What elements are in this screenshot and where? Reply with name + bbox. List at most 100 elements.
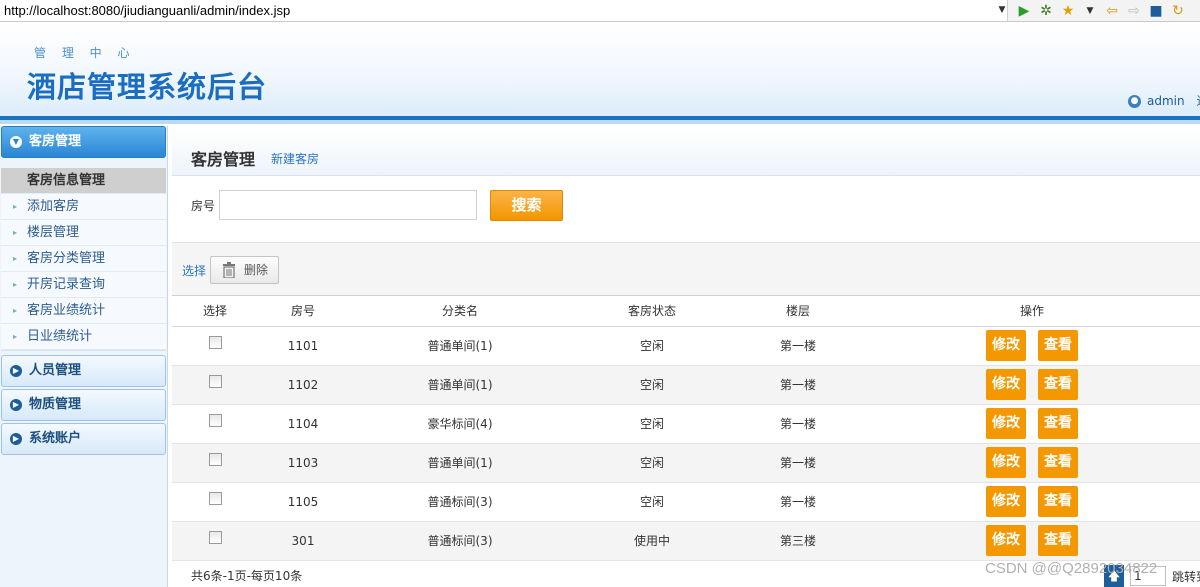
sidebar-item-room-info[interactable]: 客房信息管理 xyxy=(1,168,166,194)
url-field[interactable]: http://localhost:8080/jiudianguanli/admi… xyxy=(0,0,1008,21)
star-icon[interactable]: ★ xyxy=(1060,3,1076,19)
table-row: 301 普通标间(3) 使用中 第三楼 修改 查看 xyxy=(172,521,1200,561)
category-cell: 普通标间(3) xyxy=(348,482,572,522)
table-row: 1103 普通单间(1) 空闲 第一楼 修改 查看 xyxy=(172,443,1200,483)
room-number-cell: 1103 xyxy=(258,443,348,483)
sidebar-item-daily-performance[interactable]: 日业绩统计 xyxy=(1,324,166,350)
watermark: CSDN @@Q2892034822 xyxy=(985,560,1158,577)
run-icon[interactable]: ▶ xyxy=(1016,3,1032,19)
room-number-cell: 1102 xyxy=(258,365,348,405)
sidebar-item-room-categories[interactable]: 客房分类管理 xyxy=(1,246,166,272)
view-button[interactable]: 查看 xyxy=(1038,447,1078,478)
view-button[interactable]: 查看 xyxy=(1038,525,1078,556)
table-header-row: 选择 房号 分类名 客房状态 楼层 操作 xyxy=(172,296,1200,327)
browser-address-bar: http://localhost:8080/jiudianguanli/admi… xyxy=(0,0,1200,22)
category-cell: 普通单间(1) xyxy=(348,443,572,483)
sidebar-item-checkin-records[interactable]: 开房记录查询 xyxy=(1,272,166,298)
app-title: 酒店管理系统后台 xyxy=(27,70,268,104)
sidebar-item-room-performance[interactable]: 客房业绩统计 xyxy=(1,298,166,324)
user-icon: ● xyxy=(1128,95,1141,108)
stop-icon[interactable]: ■ xyxy=(1148,3,1164,19)
forward-icon[interactable]: ⇨ xyxy=(1126,3,1142,19)
expand-icon: ▶ xyxy=(10,433,22,445)
room-number-cell: 1101 xyxy=(258,326,348,366)
row-checkbox[interactable] xyxy=(208,413,222,427)
view-button[interactable]: 查看 xyxy=(1038,369,1078,400)
browser-toolbar: ▶ ✲ ★ ▼ ⇦ ⇨ ■ ↻ xyxy=(1016,1,1186,21)
status-cell: 空闲 xyxy=(572,482,732,522)
menu-group-accounts[interactable]: ▶ 系统账户 xyxy=(1,423,166,455)
room-number-input[interactable] xyxy=(219,190,477,220)
column-header: 楼层 xyxy=(732,296,864,327)
column-header: 操作 xyxy=(864,296,1200,327)
logout-link[interactable]: 退 xyxy=(1196,94,1200,108)
expand-icon: ▼ xyxy=(10,136,22,148)
user-name: admin xyxy=(1147,94,1185,108)
main-panel: 客房管理 新建客房 房号 搜索 选择 删除 选择 房号 分类名 客房状态 楼层 … xyxy=(172,126,1200,587)
refresh-icon[interactable]: ↻ xyxy=(1170,3,1186,19)
floor-cell: 第三楼 xyxy=(732,521,864,561)
menu-group-staff[interactable]: ▶ 人员管理 xyxy=(1,355,166,387)
action-toolbar: 选择 删除 xyxy=(172,242,1200,296)
edit-button[interactable]: 修改 xyxy=(986,330,1026,361)
edit-button[interactable]: 修改 xyxy=(986,447,1026,478)
pagination-summary: 共6条-1页-每页10条 xyxy=(191,569,303,583)
jump-to-page-button[interactable]: 跳转到 xyxy=(1172,568,1200,585)
menu-group-supplies[interactable]: ▶ 物质管理 xyxy=(1,389,166,421)
table-row: 1102 普通单间(1) 空闲 第一楼 修改 查看 xyxy=(172,365,1200,405)
status-cell: 空闲 xyxy=(572,404,732,444)
column-header: 客房状态 xyxy=(572,296,732,327)
table-row: 1104 豪华标间(4) 空闲 第一楼 修改 查看 xyxy=(172,404,1200,444)
select-all-link[interactable]: 选择 xyxy=(182,262,206,279)
floor-cell: 第一楼 xyxy=(732,404,864,444)
category-cell: 普通单间(1) xyxy=(348,365,572,405)
edit-button[interactable]: 修改 xyxy=(986,525,1026,556)
category-cell: 普通标间(3) xyxy=(348,521,572,561)
table-row: 1105 普通标间(3) 空闲 第一楼 修改 查看 xyxy=(172,482,1200,522)
sidebar: ▼ 客房管理 客房信息管理 添加客房 楼层管理 客房分类管理 开房记录查询 客房… xyxy=(0,126,168,587)
column-header: 选择 xyxy=(172,296,258,327)
menu-group-rooms[interactable]: ▼ 客房管理 xyxy=(1,126,166,158)
dropdown-icon[interactable]: ▼ xyxy=(1082,6,1098,16)
row-checkbox[interactable] xyxy=(208,335,222,349)
floor-cell: 第一楼 xyxy=(732,326,864,366)
user-info: ● admin 退 xyxy=(1128,92,1200,109)
column-header: 房号 xyxy=(258,296,348,327)
sidebar-item-add-room[interactable]: 添加客房 xyxy=(1,194,166,220)
room-number-label: 房号 xyxy=(191,199,216,213)
row-checkbox[interactable] xyxy=(208,374,222,388)
back-icon[interactable]: ⇦ xyxy=(1104,3,1120,19)
row-checkbox[interactable] xyxy=(208,452,222,466)
room-number-cell: 301 xyxy=(258,521,348,561)
view-button[interactable]: 查看 xyxy=(1038,486,1078,517)
category-cell: 普通单间(1) xyxy=(348,326,572,366)
sidebar-item-floors[interactable]: 楼层管理 xyxy=(1,220,166,246)
edit-button[interactable]: 修改 xyxy=(986,486,1026,517)
url-dropdown-icon[interactable]: ▼ xyxy=(996,0,1008,21)
view-button[interactable]: 查看 xyxy=(1038,330,1078,361)
table-row: 1101 普通单间(1) 空闲 第一楼 修改 查看 xyxy=(172,326,1200,366)
category-cell: 豪华标间(4) xyxy=(348,404,572,444)
new-room-link[interactable]: 新建客房 xyxy=(271,150,319,167)
debug-icon[interactable]: ✲ xyxy=(1038,3,1054,19)
floor-cell: 第一楼 xyxy=(732,482,864,522)
edit-button[interactable]: 修改 xyxy=(986,408,1026,439)
delete-button[interactable]: 删除 xyxy=(210,256,279,284)
column-header: 分类名 xyxy=(348,296,572,327)
page-title-bar: 客房管理 新建客房 xyxy=(172,126,1200,176)
edit-button[interactable]: 修改 xyxy=(986,369,1026,400)
floor-cell: 第一楼 xyxy=(732,443,864,483)
room-number-cell: 1105 xyxy=(258,482,348,522)
status-cell: 空闲 xyxy=(572,365,732,405)
view-button[interactable]: 查看 xyxy=(1038,408,1078,439)
expand-icon: ▶ xyxy=(10,365,22,377)
trash-icon xyxy=(223,262,235,278)
app-header: 管 理 中 心 酒店管理系统后台 ● admin 退 xyxy=(0,22,1200,124)
row-checkbox[interactable] xyxy=(208,530,222,544)
floor-cell: 第一楼 xyxy=(732,365,864,405)
row-checkbox[interactable] xyxy=(208,491,222,505)
search-button[interactable]: 搜索 xyxy=(490,190,563,221)
status-cell: 空闲 xyxy=(572,443,732,483)
expand-icon: ▶ xyxy=(10,399,22,411)
room-number-cell: 1104 xyxy=(258,404,348,444)
